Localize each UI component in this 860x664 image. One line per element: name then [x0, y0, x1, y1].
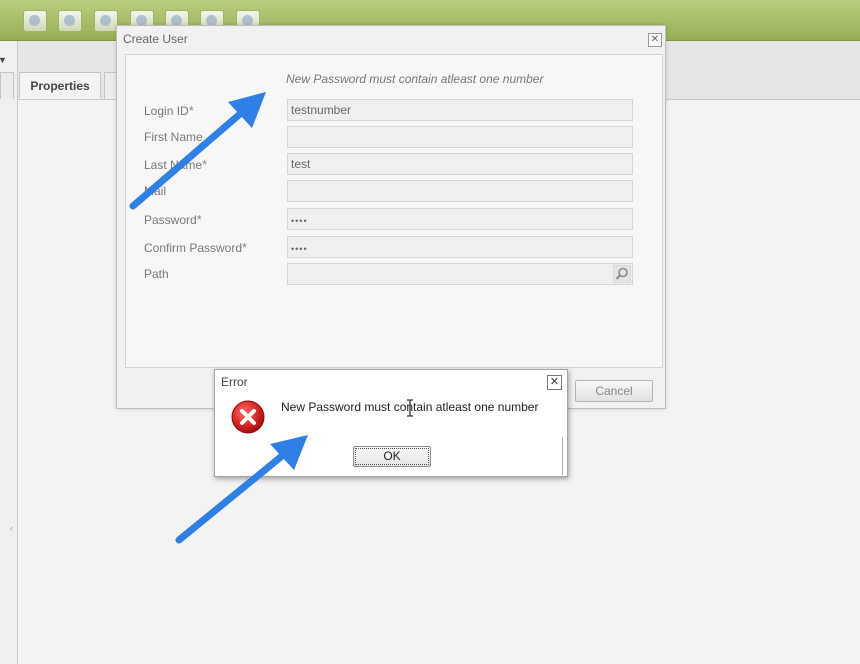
annotation-arrow-icon [129, 92, 266, 210]
annotation-arrows [129, 92, 308, 544]
annotation-arrow-icon [175, 435, 308, 544]
